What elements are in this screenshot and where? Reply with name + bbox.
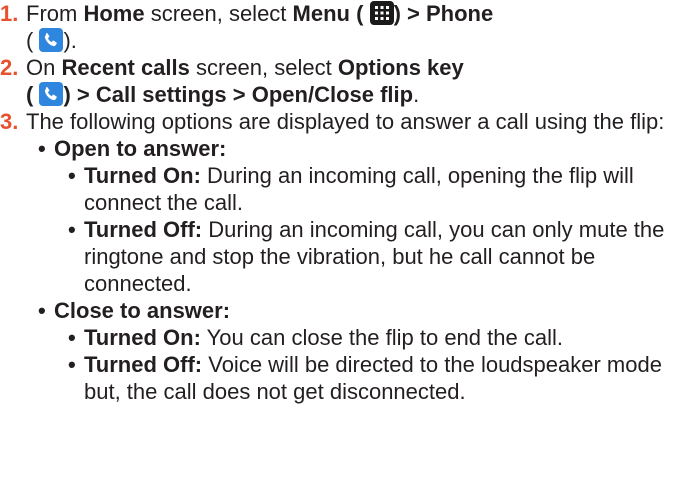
step-text: ). — [63, 28, 77, 53]
list-item: • Turned Off: During an incoming call, y… — [68, 216, 677, 297]
call-settings-path: ) > Call settings > Open/Close flip — [63, 82, 414, 107]
home-screen-label: Home — [83, 1, 145, 26]
bullet: • — [68, 352, 76, 377]
bullet: • — [68, 163, 76, 188]
phone-handset-icon — [39, 82, 64, 106]
step-1: 1. From Home screen, select Menu ( ) > P… — [0, 0, 677, 54]
step-number: 3. — [0, 109, 19, 134]
step-number: 1. — [0, 1, 19, 26]
step-3: 3. The following options are displayed t… — [0, 108, 677, 405]
step-text: On — [26, 55, 62, 80]
options-key-label: Options key — [337, 55, 464, 80]
item-text: You can close the flip to end the call. — [200, 325, 563, 350]
item-label: Turned Off: — [84, 217, 203, 242]
option-heading: Close to answer: — [54, 298, 231, 323]
recent-calls-label: Recent calls — [61, 55, 190, 80]
steps-list: 1. From Home screen, select Menu ( ) > P… — [0, 0, 677, 405]
bullet: • — [68, 325, 76, 350]
step-text: The following options are displayed to a… — [26, 109, 665, 134]
bullet: • — [38, 298, 46, 323]
list-item: • Turned On: You can close the flip to e… — [68, 324, 677, 351]
step-text: screen, select — [144, 1, 293, 26]
option-details: • Turned On: During an incoming call, op… — [54, 162, 677, 297]
item-label: Turned Off: — [84, 352, 203, 377]
step-text: ( — [26, 28, 34, 53]
step-text: . — [413, 82, 420, 107]
bullet: • — [38, 136, 46, 161]
step-2: 2. On Recent calls screen, select Option… — [0, 54, 677, 108]
step-text: From — [26, 1, 84, 26]
option-open-to-answer: • Open to answer: • Turned On: During an… — [38, 135, 677, 297]
option-close-to-answer: • Close to answer: • Turned On: You can … — [38, 297, 677, 405]
option-details: • Turned On: You can close the flip to e… — [54, 324, 677, 405]
step-text: ( — [26, 82, 34, 107]
phone-handset-icon — [39, 28, 64, 52]
phone-path: ) > Phone — [393, 1, 494, 26]
list-item: • Turned On: During an incoming call, op… — [68, 162, 677, 216]
instructions-document: 1. From Home screen, select Menu ( ) > P… — [0, 0, 677, 405]
menu-label: Menu — [292, 1, 350, 26]
menu-grid-icon — [369, 1, 394, 25]
step-number: 2. — [0, 55, 19, 80]
bullet: • — [68, 217, 76, 242]
option-heading: Open to answer: — [54, 136, 227, 161]
item-label: Turned On: — [84, 163, 201, 188]
step-text: ( — [349, 1, 364, 26]
item-label: Turned On: — [84, 325, 201, 350]
step-text: screen, select — [189, 55, 338, 80]
list-item: • Turned Off: Voice will be directed to … — [68, 351, 677, 405]
flip-options-list: • Open to answer: • Turned On: During an… — [26, 135, 677, 405]
